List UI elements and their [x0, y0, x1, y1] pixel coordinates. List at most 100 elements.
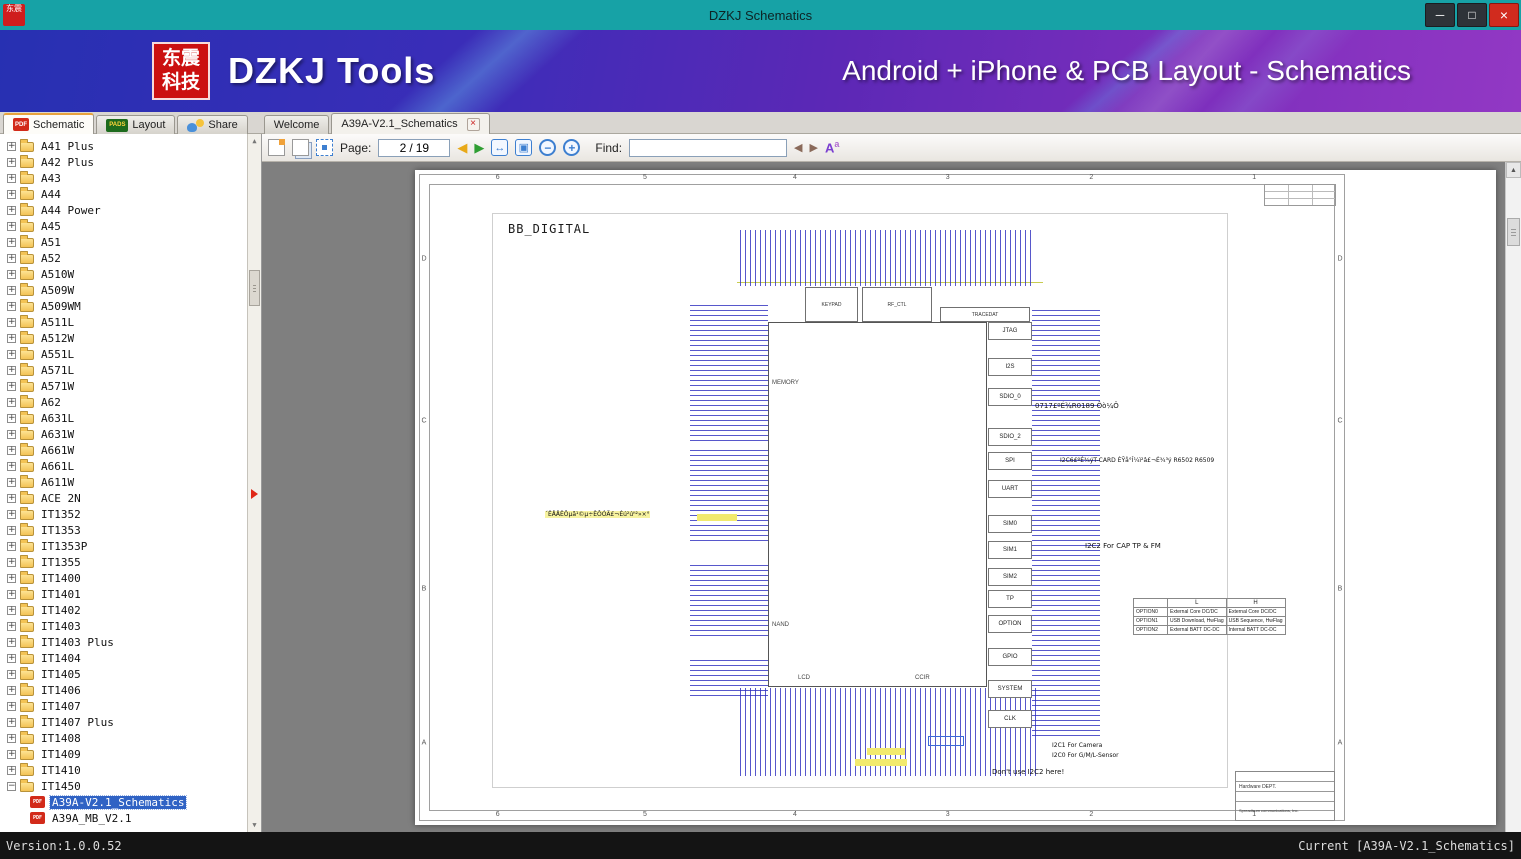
expand-toggle-icon[interactable]: +	[7, 269, 16, 279]
expand-toggle-icon[interactable]: +	[7, 189, 16, 199]
document-scrollbar-thumb[interactable]	[1507, 218, 1520, 246]
tree-folder-row[interactable]: + A52	[0, 250, 261, 266]
tree-folder-row[interactable]: + A512W	[0, 330, 261, 346]
expand-toggle-icon[interactable]: +	[7, 701, 16, 711]
tree-folder-row[interactable]: + IT1353P	[0, 538, 261, 554]
tree-folder-row[interactable]: + A45	[0, 218, 261, 234]
tree-folder-row[interactable]: + A571L	[0, 362, 261, 378]
tree-folder-row[interactable]: + A51	[0, 234, 261, 250]
expand-toggle-icon[interactable]: +	[7, 445, 16, 455]
tree-folder-row[interactable]: + ACE 2N	[0, 490, 261, 506]
font-size-icon[interactable]: Aa	[825, 139, 839, 155]
tree-folder-row[interactable]: + A661L	[0, 458, 261, 474]
find-next-icon[interactable]: ▶	[810, 141, 818, 154]
tree-folder-row[interactable]: + IT1403	[0, 618, 261, 634]
tree-file-row[interactable]: PDF A39A_MB_V2.1	[0, 810, 261, 826]
tree-folder-row[interactable]: + IT1410	[0, 762, 261, 778]
zoom-out-button[interactable]: −	[539, 139, 557, 156]
expand-toggle-icon[interactable]: +	[7, 413, 16, 423]
tree-folder-row[interactable]: + A43	[0, 170, 261, 186]
scroll-up-icon[interactable]: ▲	[1506, 162, 1521, 178]
page-number-input[interactable]: 2 / 19	[378, 138, 451, 157]
tab-document[interactable]: A39A-V2.1_Schematics ×	[331, 113, 490, 134]
expand-toggle-icon[interactable]: +	[7, 525, 16, 535]
expand-toggle-icon[interactable]: +	[7, 141, 16, 151]
expand-toggle-icon[interactable]: +	[7, 157, 16, 167]
next-page-button[interactable]: ▶	[474, 141, 484, 154]
close-button[interactable]: ×	[1489, 3, 1519, 27]
expand-toggle-icon[interactable]: +	[7, 429, 16, 439]
expand-toggle-icon[interactable]: +	[7, 317, 16, 327]
document-scrollbar[interactable]: ▲	[1505, 162, 1521, 832]
expand-toggle-icon[interactable]: +	[7, 237, 16, 247]
tree-folder-row[interactable]: + A511L	[0, 314, 261, 330]
expand-toggle-icon[interactable]: +	[7, 541, 16, 551]
copy-page-icon[interactable]	[292, 139, 309, 156]
expand-toggle-icon[interactable]: +	[7, 765, 16, 775]
tree-folder-row[interactable]: + IT1403 Plus	[0, 634, 261, 650]
tree-folder-row[interactable]: + A631L	[0, 410, 261, 426]
expand-toggle-icon[interactable]: +	[7, 397, 16, 407]
expand-toggle-icon[interactable]: +	[7, 589, 16, 599]
expand-toggle-icon[interactable]: +	[7, 301, 16, 311]
tree-folder-row[interactable]: + A62	[0, 394, 261, 410]
tree-folder-row[interactable]: + IT1406	[0, 682, 261, 698]
expand-toggle-icon[interactable]: +	[7, 333, 16, 343]
expand-toggle-icon[interactable]: +	[7, 349, 16, 359]
tree-folder-row[interactable]: + A510W	[0, 266, 261, 282]
tree-folder-row[interactable]: + IT1408	[0, 730, 261, 746]
tree-folder-row[interactable]: + A611W	[0, 474, 261, 490]
tree-folder-row[interactable]: + IT1409	[0, 746, 261, 762]
expand-toggle-icon[interactable]: +	[7, 253, 16, 263]
tab-layout[interactable]: PADS Layout	[96, 115, 176, 134]
fit-width-button[interactable]: ↔	[491, 139, 509, 156]
tab-schematic[interactable]: PDF Schematic	[3, 113, 95, 134]
expand-toggle-icon[interactable]: +	[7, 493, 16, 503]
tree-folder-row[interactable]: + IT1404	[0, 650, 261, 666]
tree-folder-row[interactable]: + IT1355	[0, 554, 261, 570]
find-previous-icon[interactable]: ◀	[794, 141, 802, 154]
tree-folder-row[interactable]: + IT1353	[0, 522, 261, 538]
expand-toggle-icon[interactable]: +	[7, 221, 16, 231]
tree-folder-row[interactable]: + IT1407	[0, 698, 261, 714]
scroll-up-icon[interactable]: ▲	[248, 134, 261, 148]
tree-folder-row[interactable]: + A571W	[0, 378, 261, 394]
tree-folder-row[interactable]: + IT1352	[0, 506, 261, 522]
expand-toggle-icon[interactable]: +	[7, 685, 16, 695]
tree-folder-row[interactable]: + A44 Power	[0, 202, 261, 218]
single-page-icon[interactable]	[268, 139, 285, 156]
previous-page-button[interactable]: ◀	[457, 141, 467, 154]
minimize-button[interactable]: ─	[1425, 3, 1455, 27]
tree-folder-row[interactable]: − IT1450	[0, 778, 261, 794]
tab-welcome[interactable]: Welcome	[263, 115, 330, 134]
tab-share[interactable]: Share	[177, 115, 248, 134]
fit-page-button[interactable]: ▣	[515, 139, 533, 156]
zoom-in-button[interactable]: +	[563, 139, 581, 156]
tree-folder-row[interactable]: + A509WM	[0, 298, 261, 314]
expand-toggle-icon[interactable]: +	[7, 285, 16, 295]
tree-folder-row[interactable]: + A661W	[0, 442, 261, 458]
tree-folder-row[interactable]: + A509W	[0, 282, 261, 298]
expand-toggle-icon[interactable]: +	[7, 477, 16, 487]
expand-toggle-icon[interactable]: +	[7, 749, 16, 759]
document-viewport[interactable]: 6 5 4 3 2 1 6 5 4 3 2 1 D C B A D C B A BB_DIGITAL KEYPA…	[262, 162, 1521, 832]
expand-toggle-icon[interactable]: +	[7, 365, 16, 375]
tab-close-icon[interactable]: ×	[466, 117, 480, 131]
tree-folder-row[interactable]: + IT1401	[0, 586, 261, 602]
tree-folder-row[interactable]: + IT1405	[0, 666, 261, 682]
expand-toggle-icon[interactable]: +	[7, 173, 16, 183]
expand-toggle-icon[interactable]: +	[7, 733, 16, 743]
sidebar-scrollbar[interactable]: ▲ ▼	[247, 134, 261, 832]
scroll-down-icon[interactable]: ▼	[248, 818, 261, 832]
tree-folder-row[interactable]: + IT1400	[0, 570, 261, 586]
tree-folder-row[interactable]: + A42 Plus	[0, 154, 261, 170]
expand-toggle-icon[interactable]: +	[7, 653, 16, 663]
expand-toggle-icon[interactable]: +	[7, 381, 16, 391]
tree-folder-row[interactable]: + A44	[0, 186, 261, 202]
tree-file-row-selected[interactable]: PDF A39A-V2.1_Schematics	[0, 794, 261, 810]
snapshot-icon[interactable]	[316, 139, 333, 156]
expand-toggle-icon[interactable]: +	[7, 573, 16, 583]
expand-toggle-icon[interactable]: +	[7, 621, 16, 631]
expand-toggle-icon[interactable]: +	[7, 669, 16, 679]
expand-toggle-icon[interactable]: +	[7, 205, 16, 215]
